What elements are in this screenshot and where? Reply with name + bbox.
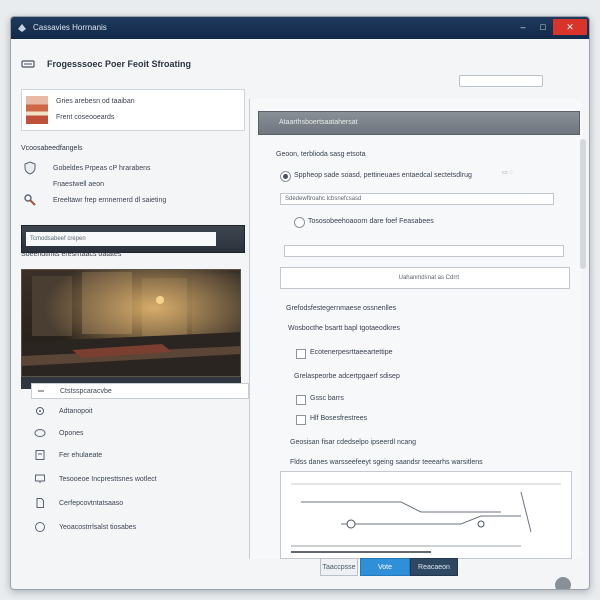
diagram-title: Fldss danes warsseefeeyt sgeing saandsr … bbox=[290, 459, 483, 466]
checkbox-2[interactable] bbox=[296, 395, 306, 405]
cursor-icon bbox=[34, 384, 48, 398]
preview-section-title: Soeendtinits eresrrtaacs oatates bbox=[21, 251, 122, 258]
right-panel-header-text: Ataarthsboertsaatahersat bbox=[279, 119, 358, 126]
monitor-icon bbox=[33, 472, 47, 486]
profile-line-2: Frent coseooeards bbox=[56, 114, 115, 121]
scene-preview-image bbox=[21, 269, 241, 377]
document-icon bbox=[33, 448, 47, 462]
dark-button[interactable]: Reacaeon bbox=[410, 558, 458, 576]
connection-diagram bbox=[280, 471, 572, 559]
nav-item-selected[interactable]: Ctstsspcaracvbe bbox=[31, 383, 249, 399]
profile-line-1: Gries arebesn od taaiban bbox=[56, 98, 135, 105]
nav-item-label: Ctstsspcaracvbe bbox=[60, 387, 112, 395]
nav-item-label: Cerfepcovtntatsaaso bbox=[59, 499, 124, 507]
checkbox-1-label: Ecotenerpesrttaeeartettipe bbox=[310, 349, 393, 356]
checkbox-3-label: Hlf Bosesfrestrees bbox=[310, 415, 368, 422]
nav-item[interactable]: Yeoacostrrlsalst tiosabes bbox=[33, 519, 136, 535]
nav-item[interactable]: Cerfepcovtntatsaaso bbox=[33, 495, 123, 511]
option-label: Fnaestwell aeon bbox=[53, 180, 104, 188]
nav-item-label: Yeoacostrrlsalst tiosabes bbox=[59, 523, 137, 531]
checkbox-3[interactable] bbox=[296, 415, 306, 425]
section3-title: Grelaspeorbe adcertpgaerf sdisep bbox=[294, 373, 400, 380]
right-panel: Ataarthsboertsaatahersat Geoon, terbliod… bbox=[249, 99, 586, 559]
option-row-3[interactable]: Ereeltawr frep ernnernerd dl saieting bbox=[21, 193, 166, 207]
text-field-3[interactable]: Uahanmdsnat as Cdrrt bbox=[280, 267, 570, 289]
close-button[interactable]: ✕ bbox=[553, 19, 587, 35]
minimize-button[interactable]: – bbox=[513, 19, 533, 35]
blank-icon bbox=[21, 177, 39, 191]
window-title: Cassavies Horrnanis bbox=[33, 23, 107, 32]
radio-option-2-label: Tososobeehoaoorn dare foef Feasabees bbox=[308, 218, 434, 225]
eye-icon bbox=[33, 426, 47, 440]
toolbar: Frogesssoec Poer Feoit Sfroating bbox=[11, 47, 589, 87]
window-controls: – □ ✕ bbox=[513, 19, 587, 35]
printer-icon[interactable] bbox=[21, 59, 35, 69]
nav-item-label: Opones bbox=[59, 429, 84, 437]
maximize-button[interactable]: □ bbox=[533, 19, 553, 35]
section2-title: Grefodsfestegernmaese ossnenlles bbox=[286, 305, 397, 312]
app-window: Cassavies Horrnanis – □ ✕ Frogesssoec Po… bbox=[10, 16, 590, 590]
option-label: Ereeltawr frep ernnernerd dl saieting bbox=[53, 196, 167, 204]
gear-icon bbox=[33, 404, 47, 418]
title-bar: Cassavies Horrnanis – □ ✕ bbox=[11, 17, 589, 39]
help-icon[interactable] bbox=[555, 577, 571, 589]
radio-option-2[interactable] bbox=[294, 217, 305, 228]
nav-item[interactable]: Tesooeoe Incpresttsnes wotlect bbox=[33, 471, 157, 487]
dark-input-field[interactable]: Tcmodsabeef crepen bbox=[26, 232, 216, 246]
text-field-1[interactable]: Sdedewftroahc lcbsnefcsasd bbox=[280, 193, 554, 205]
nav-item-label: Adtanopoit bbox=[59, 407, 93, 415]
footer-buttons: Taaccpsse Vote Reacaeon bbox=[320, 558, 458, 576]
text-field-2[interactable] bbox=[284, 245, 564, 257]
scrollbar[interactable] bbox=[580, 139, 586, 269]
dark-input-bar: Tcmodsabeef crepen bbox=[21, 225, 245, 253]
radio-option-1-label: Sppheop sade soasd, pettineuaes entaedca… bbox=[294, 172, 472, 179]
nav-item-label: Fer ehulaeate bbox=[59, 451, 103, 459]
checkbox-2-label: Gssc barrs bbox=[310, 395, 344, 402]
section4-title: Geosisan fisar cdedselpo ipseerdl ncang bbox=[290, 439, 417, 446]
file-icon bbox=[33, 496, 47, 510]
secondary-button[interactable]: Taaccpsse bbox=[320, 558, 358, 576]
radio-option-1-tag: ▭ ◌ bbox=[502, 170, 513, 176]
scene-illustration bbox=[22, 270, 240, 376]
option-row-2[interactable]: Fnaestwell aeon bbox=[21, 177, 104, 191]
checkbox-1[interactable] bbox=[296, 349, 306, 359]
primary-button[interactable]: Vote bbox=[360, 558, 410, 576]
profile-thumbnail bbox=[26, 96, 48, 124]
right-panel-header: Ataarthsboertsaatahersat bbox=[258, 111, 580, 135]
circle-icon bbox=[33, 520, 47, 534]
toolbar-search-field[interactable] bbox=[459, 75, 543, 87]
radio-option-1[interactable] bbox=[280, 171, 291, 182]
options-section-title: Vcoosabeedfangels bbox=[21, 145, 83, 152]
nav-item[interactable]: Fer ehulaeate bbox=[33, 447, 102, 463]
diagram-lines bbox=[291, 483, 561, 553]
shield-icon bbox=[21, 161, 39, 175]
option-label: Gobeldes Prpeas cP hrarabens bbox=[53, 164, 151, 172]
app-icon bbox=[18, 24, 26, 32]
profile-card: Gries arebesn od taaiban Frent coseooear… bbox=[21, 89, 245, 131]
section1-title: Geoon, terblioda sasg etsota bbox=[276, 151, 366, 158]
page-title: Frogesssoec Poer Feoit Sfroating bbox=[47, 59, 192, 69]
option-row-1[interactable]: Gobeldes Prpeas cP hrarabens bbox=[21, 161, 151, 175]
tool-icon bbox=[21, 193, 39, 207]
section2-sublabel: Wosbocthe bsartt bapl tgotaeodkres bbox=[288, 325, 400, 332]
nav-item[interactable]: Opones bbox=[33, 425, 84, 441]
nav-item[interactable]: Adtanopoit bbox=[33, 403, 92, 419]
nav-item-label: Tesooeoe Incpresttsnes wotlect bbox=[59, 475, 157, 483]
